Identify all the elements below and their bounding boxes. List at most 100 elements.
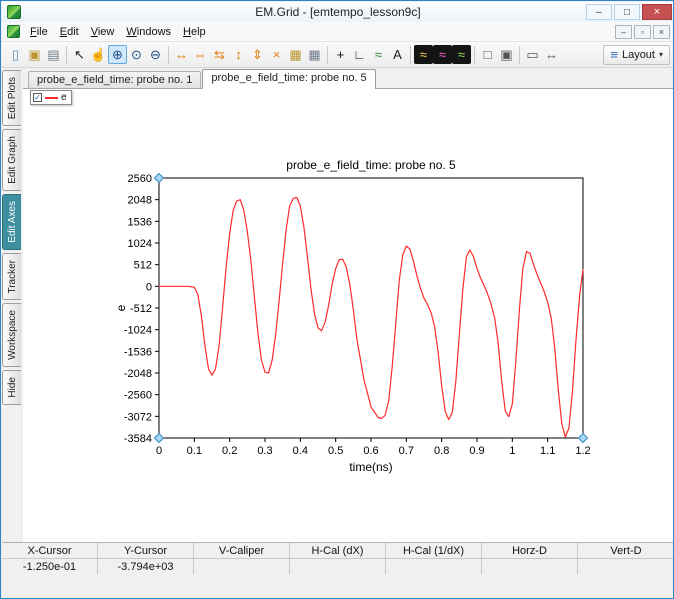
sidebar-item-label: Edit Axes [7,201,18,243]
x-tick-label: 0.6 [363,445,378,457]
mdi-close-button[interactable]: × [653,25,670,39]
y-tick-label: -512 [130,303,152,315]
y-tick-label: -3072 [124,411,152,423]
status-header-x-cursor: X-Cursor [2,543,98,558]
fit-width-icon[interactable]: ↔ [172,45,191,64]
zoom-region-icon[interactable]: × [267,45,286,64]
curve-icon[interactable]: ≈ [369,45,388,64]
waveform-green-icon[interactable]: ≈ [452,45,471,64]
frame-width-icon[interactable]: ↔ [542,45,561,64]
axes-icon[interactable]: ∟ [350,45,369,64]
zoom-out-icon[interactable]: ⊖ [146,45,165,64]
statusbar: X-CursorY-CursorV-CaliperH-Cal (dX)H-Cal… [2,542,674,574]
status-value-x-cursor: -1.250e-01 [2,559,98,575]
data-table-icon[interactable]: ▦ [286,45,305,64]
zoom-in-icon[interactable]: ⊕ [108,45,127,64]
mdi-restore-button[interactable]: ▫ [634,25,651,39]
zoom-window-icon[interactable]: ⊙ [127,45,146,64]
text-annotation-icon[interactable]: A [388,45,407,64]
chart-canvas[interactable]: probe_e_field_time: probe no. 5etime(ns)… [101,141,621,481]
menu-help[interactable]: Help [177,24,212,40]
status-value-vert-d [578,559,674,575]
sidebar-item-workspace[interactable]: Workspace [2,303,21,367]
print-icon[interactable]: ▤ [44,45,63,64]
y-tick-label: 512 [134,260,152,272]
sidebar-item-label: Tracker [7,260,18,294]
sidebar-item-tracker[interactable]: Tracker [2,253,21,301]
statusbar-filler [2,574,674,599]
x-tick-label: 0.7 [399,445,414,457]
waveform-yellow-icon[interactable]: ≈ [414,45,433,64]
sidebar-item-edit-axes[interactable]: Edit Axes [2,194,21,250]
x-axis-label: time(ns) [349,460,392,474]
maximize-button[interactable]: □ [614,4,640,20]
toolbar-icons: ▯▣▤↖☝⊕⊙⊖↔⇔⇆↕⇕×▦▦+∟≈A≈≈≈□▣▭↔ [6,45,561,64]
x-tick-label: 0.3 [257,445,272,457]
plot-area: ✓ e probe_e_field_time: probe no. 5etime… [23,89,674,542]
menu-view[interactable]: View [85,24,121,40]
new-document-icon[interactable]: ▯ [6,45,25,64]
titlebar[interactable]: EM.Grid - [emtempo_lesson9c] – □ × [2,2,674,22]
mdi-close-icon: × [659,27,664,37]
window-title: EM.Grid - [emtempo_lesson9c] [2,5,674,19]
toolbar-separator [168,46,169,64]
x-tick-label: 0 [156,445,162,457]
legend-checkbox[interactable]: ✓ [33,93,42,102]
close-icon: × [654,6,660,18]
status-value-horz-d [482,559,578,575]
sidebar-item-label: Hide [7,377,18,398]
new-frame-icon[interactable]: □ [478,45,497,64]
mdi-minimize-button[interactable]: – [615,25,632,39]
tab-probe-e-field-time-probe-no-5[interactable]: probe_e_field_time: probe no. 5 [202,69,375,89]
plot-tab-bar: probe_e_field_time: probe no. 1probe_e_f… [23,68,674,89]
pan-hand-icon[interactable]: ☝ [89,45,108,64]
legend-box[interactable]: ✓ e [30,90,72,105]
x-tick-label: 0.2 [222,445,237,457]
mdi-document-icon[interactable] [7,25,20,38]
sidebar-item-edit-graph[interactable]: Edit Graph [2,129,21,191]
empty-frame-icon[interactable]: ▭ [523,45,542,64]
sidebar: Edit Plots Edit Graph Edit Axes Tracker Work… [2,70,23,542]
mdi-controls: – ▫ × [613,25,670,39]
close-button[interactable]: × [642,4,672,20]
status-value-v-caliper [194,559,290,575]
sidebar-item-label: Edit Plots [7,77,18,119]
x-tick-label: 0.5 [328,445,343,457]
caption-buttons: – □ × [586,2,674,22]
status-headers: X-CursorY-CursorV-CaliperH-Cal (dX)H-Cal… [2,543,674,559]
minimize-icon: – [596,7,602,18]
select-cursor-icon[interactable]: ↖ [70,45,89,64]
status-header-y-cursor: Y-Cursor [98,543,194,558]
sidebar-item-edit-plots[interactable]: Edit Plots [2,70,21,126]
y-tick-label: 1024 [128,238,152,250]
status-header-vert-d: Vert-D [578,543,674,558]
status-header-h-cal-dx-: H-Cal (dX) [290,543,386,558]
open-document-icon[interactable]: ▣ [25,45,44,64]
y-tick-label: -3584 [124,433,152,445]
y-tick-label: -1536 [124,346,152,358]
maximize-icon: □ [624,7,630,18]
grid-icon[interactable]: ▦ [305,45,324,64]
add-cursor-icon[interactable]: + [331,45,350,64]
status-header-v-caliper: V-Caliper [194,543,290,558]
app-window: EM.Grid - [emtempo_lesson9c] – □ × FileE… [0,0,674,599]
y-tick-label: 2048 [128,195,152,207]
y-tick-label: -2048 [124,368,152,380]
waveform-magenta-icon[interactable]: ≈ [433,45,452,64]
fit-height-icon[interactable]: ↕ [229,45,248,64]
x-tick-label: 0.1 [187,445,202,457]
menu-items: FileEditViewWindowsHelp [24,24,212,40]
chevron-down-icon: ▾ [659,50,663,59]
menu-file[interactable]: File [24,24,54,40]
fit-horizontal-icon[interactable]: ⇔ [191,45,210,64]
layout-button[interactable]: ≡ Layout ▾ [603,45,670,65]
legend-label: e [61,92,67,103]
tab-probe-e-field-time-probe-no-1[interactable]: probe_e_field_time: probe no. 1 [28,71,201,88]
minimize-button[interactable]: – [586,4,612,20]
frame-layout-icon[interactable]: ▣ [497,45,516,64]
menu-edit[interactable]: Edit [54,24,85,40]
pan-left-right-icon[interactable]: ⇆ [210,45,229,64]
sidebar-item-hide[interactable]: Hide [2,370,21,405]
fit-vertical-icon[interactable]: ⇕ [248,45,267,64]
menu-windows[interactable]: Windows [120,24,177,40]
